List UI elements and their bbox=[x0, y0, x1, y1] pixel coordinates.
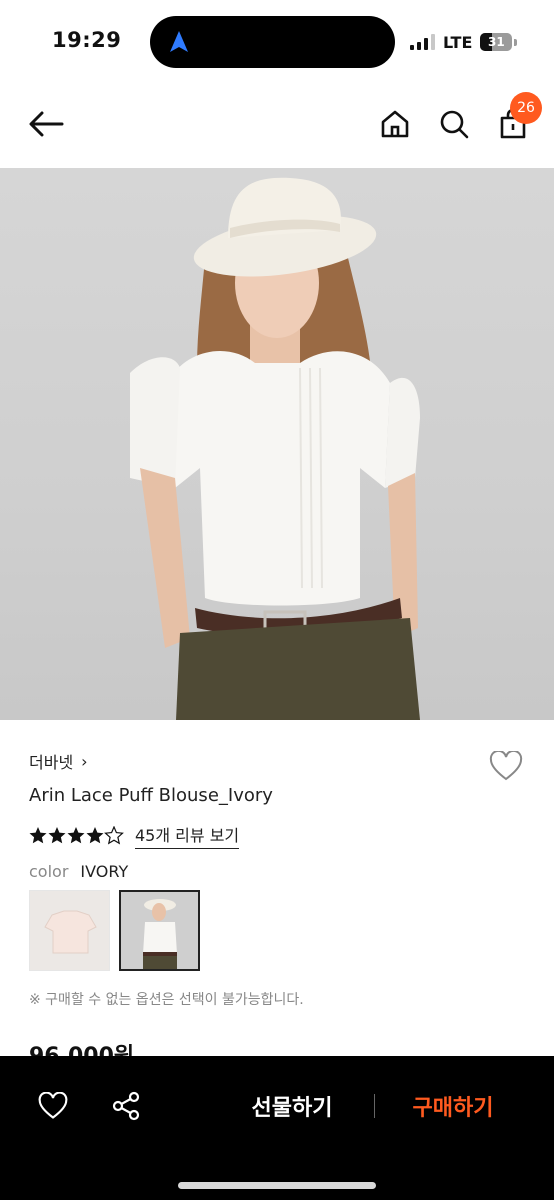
color-row: color IVORY bbox=[29, 862, 128, 881]
product-image[interactable] bbox=[0, 168, 554, 720]
share-icon bbox=[112, 1091, 140, 1121]
home-button[interactable] bbox=[375, 104, 415, 144]
search-icon bbox=[440, 110, 469, 139]
color-option-thumbnail[interactable] bbox=[29, 890, 110, 971]
search-button[interactable] bbox=[434, 104, 474, 144]
heart-icon bbox=[38, 1092, 68, 1119]
brand-name: 더바넷 bbox=[29, 753, 74, 772]
status-bar: 19:29 LTE 31 bbox=[0, 0, 554, 84]
color-option-thumbnail-selected[interactable] bbox=[119, 890, 200, 971]
gift-button[interactable]: 선물하기 bbox=[232, 1084, 352, 1128]
battery-icon: 31 bbox=[480, 33, 513, 51]
back-arrow-icon bbox=[29, 111, 64, 137]
chevron-right-icon: › bbox=[81, 751, 88, 771]
rating-row: 45개 리뷰 보기 bbox=[29, 822, 240, 849]
battery-level: 31 bbox=[488, 35, 505, 49]
status-indicators: LTE 31 bbox=[410, 30, 518, 54]
brand-link[interactable]: 더바넷 › bbox=[29, 749, 88, 773]
star-rating-icon bbox=[29, 825, 124, 844]
buy-button[interactable]: 구매하기 bbox=[393, 1084, 513, 1128]
color-value: IVORY bbox=[80, 862, 129, 881]
bottom-action-bar: 선물하기 구매하기 bbox=[0, 1056, 554, 1200]
blouse-flat-thumbnail bbox=[44, 910, 97, 954]
status-time: 19:29 bbox=[52, 28, 122, 52]
review-link[interactable]: 45개 리뷰 보기 bbox=[135, 822, 240, 849]
network-type: LTE bbox=[443, 32, 473, 52]
signal-icon bbox=[410, 34, 435, 50]
back-button[interactable] bbox=[26, 104, 66, 144]
cart-count-badge: 26 bbox=[510, 92, 542, 124]
product-name: Arin Lace Puff Blouse_Ivory bbox=[29, 785, 273, 806]
like-button[interactable] bbox=[33, 1086, 73, 1126]
divider bbox=[374, 1094, 375, 1118]
share-button[interactable] bbox=[106, 1086, 146, 1126]
product-photo bbox=[130, 177, 420, 720]
top-nav bbox=[0, 84, 554, 168]
rating-stars bbox=[29, 825, 125, 846]
wishlist-button[interactable] bbox=[486, 748, 526, 784]
dynamic-island bbox=[150, 16, 395, 68]
color-label: color bbox=[29, 862, 69, 881]
model-thumbnail bbox=[143, 899, 177, 969]
home-indicator bbox=[178, 1182, 376, 1189]
navigation-arrow-icon bbox=[170, 31, 188, 52]
option-notice: ※ 구매할 수 없는 옵션은 선택이 불가능합니다. bbox=[29, 992, 304, 1008]
home-icon bbox=[381, 110, 409, 138]
heart-outline-icon bbox=[489, 751, 523, 781]
